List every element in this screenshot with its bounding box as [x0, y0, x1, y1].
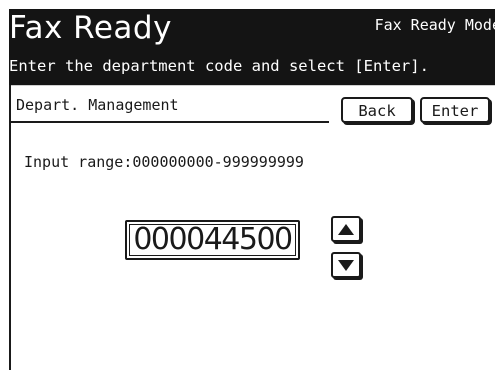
arrow-down-icon	[338, 259, 354, 271]
panel-divider	[9, 85, 495, 86]
status-header: Fax Ready Fax Ready Mode Enter the depar…	[9, 9, 495, 85]
back-button-label: Back	[358, 102, 396, 120]
increment-button[interactable]	[331, 216, 361, 242]
input-range-text: Input range:000000000-999999999	[24, 153, 304, 171]
decrement-button[interactable]	[331, 252, 361, 278]
mode-indicator: Fax Ready Mode	[374, 16, 495, 34]
department-code-value: 000044500	[133, 222, 293, 257]
arrow-up-icon	[338, 223, 354, 235]
enter-button-label: Enter	[431, 102, 479, 120]
panel-left-border	[9, 85, 11, 370]
instruction-text: Enter the department code and select [En…	[9, 57, 429, 75]
screen-title-underline	[11, 121, 329, 123]
back-button[interactable]: Back	[341, 97, 413, 123]
enter-button[interactable]: Enter	[420, 97, 490, 123]
app-title: Fax Ready	[9, 10, 172, 46]
department-code-field[interactable]: 000044500	[125, 220, 300, 260]
screen-title: Depart. Management	[16, 96, 179, 114]
